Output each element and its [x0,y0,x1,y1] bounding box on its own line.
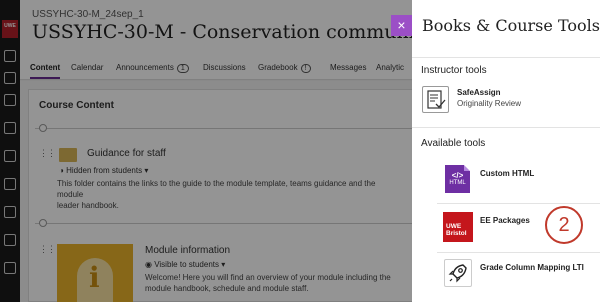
html-icon-label: HTML [449,180,466,186]
tool-name: SafeAssign [457,88,501,97]
books-course-tools-panel: Books & Course Tools Instructor tools Sa… [412,0,600,302]
logo-text: UWE [446,223,462,230]
close-panel-button[interactable]: × [391,15,412,36]
panel-divider [412,127,600,128]
panel-title: Books & Course Tools [422,16,600,35]
logo-text: Bristol [446,230,467,237]
tool-custom-html[interactable]: </> HTML Custom HTML [412,165,600,199]
uwe-bristol-logo: UWE Bristol [443,212,473,242]
html-file-icon: </> HTML [445,165,470,193]
tool-name: Grade Column Mapping LTI [480,263,584,272]
instructor-tools-heading: Instructor tools [421,65,487,76]
panel-divider [437,252,600,253]
tool-subtitle: Originality Review [457,99,522,108]
tool-name: EE Packages [480,216,530,225]
rocket-icon [444,259,472,287]
panel-divider [412,57,600,58]
panel-divider [437,203,600,204]
step-number-annotation: 2 [545,206,583,244]
tool-grade-column-mapping[interactable]: Grade Column Mapping LTI [412,259,600,293]
available-tools-heading: Available tools [421,138,486,149]
safeassign-icon [422,86,449,113]
tool-name: Custom HTML [480,169,535,178]
code-brackets-glyph: </> [451,171,464,180]
tool-safeassign[interactable]: SafeAssign Originality Review [412,86,600,118]
page-fold-shape [464,165,470,171]
